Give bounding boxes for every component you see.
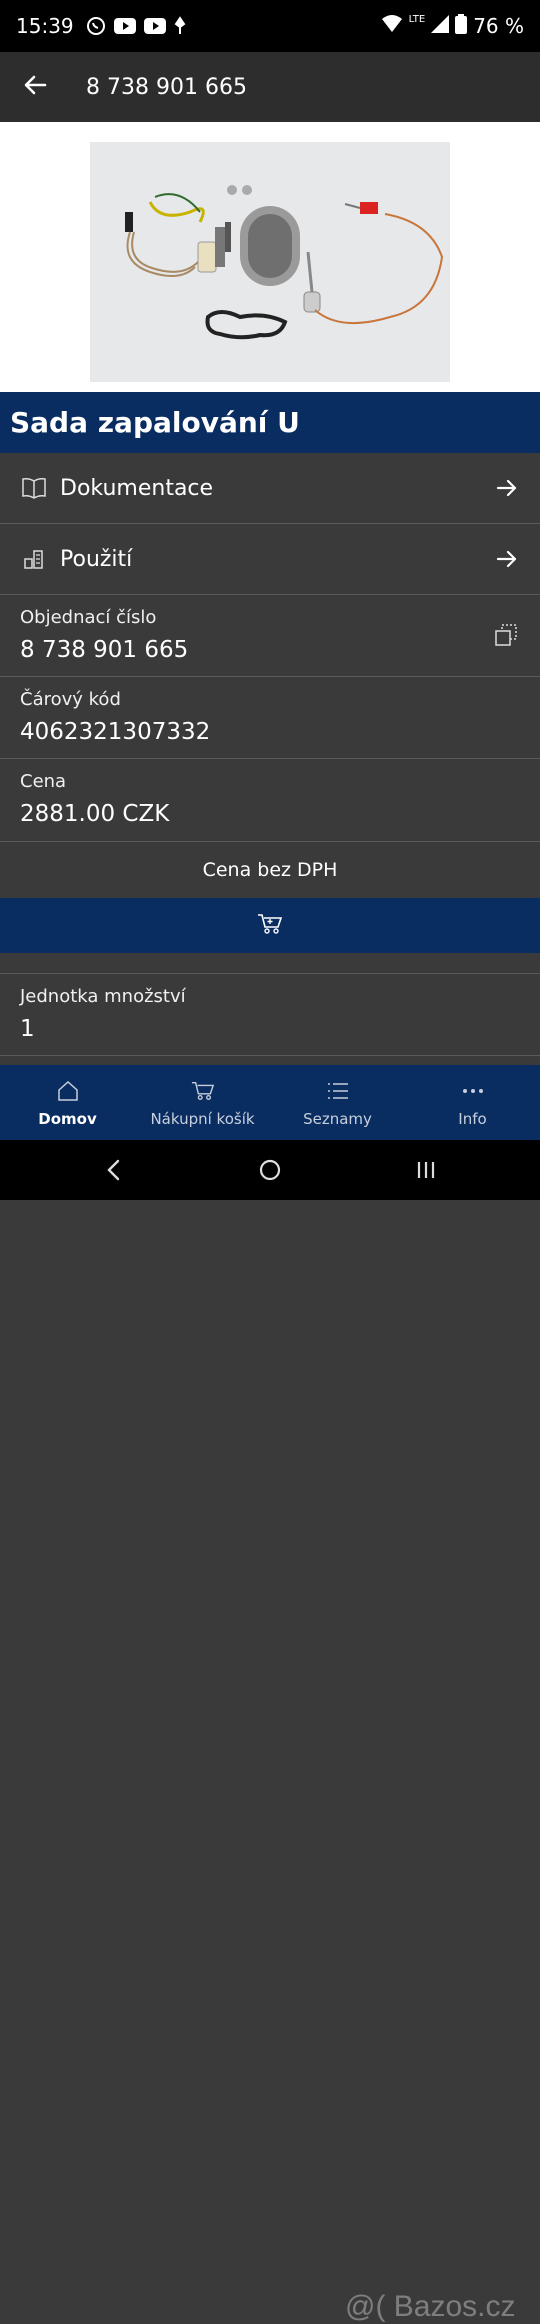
whatsapp-icon	[86, 16, 106, 36]
barcode-label: Čárový kód	[20, 689, 121, 710]
order-number-value: 8 738 901 665	[20, 637, 189, 663]
spacer	[0, 953, 540, 974]
product-title: Sada zapalování U	[0, 392, 540, 453]
system-nav-bar: @( Bazos.cz	[0, 1140, 540, 2323]
arrow-left-icon	[23, 73, 47, 101]
cart-icon	[257, 913, 283, 939]
order-number-label: Objednací číslo	[20, 607, 157, 628]
usage-icon	[20, 545, 48, 573]
barcode-row: Čárový kód 4062321307332	[0, 677, 540, 759]
arrow-right-icon	[494, 546, 520, 572]
order-number-row: Objednací číslo 8 738 901 665	[0, 595, 540, 677]
back-button[interactable]	[20, 72, 50, 102]
documentation-label: Dokumentace	[60, 475, 214, 501]
nav-home[interactable]: Domov	[0, 1065, 135, 1140]
nav-info-label: Info	[458, 1109, 487, 1128]
battery-level: 76 %	[473, 14, 524, 38]
nav-cart-label: Nákupní košík	[150, 1109, 255, 1128]
price-note: Cena bez DPH	[0, 842, 540, 898]
youtube-icon-2	[143, 18, 166, 34]
nav-cart[interactable]: Nákupní košík	[135, 1065, 270, 1140]
notification-icon	[174, 16, 186, 36]
unit-row: Jednotka množství 1	[0, 974, 540, 1056]
signal-icon	[431, 14, 450, 38]
watermark: @( Bazos.cz	[345, 2290, 516, 2323]
nav-info[interactable]: Info	[405, 1065, 540, 1140]
system-back-icon[interactable]	[100, 1156, 128, 1184]
barcode-value: 4062321307332	[20, 719, 211, 745]
usage-label: Použití	[60, 546, 133, 572]
youtube-icon	[113, 18, 136, 34]
price-row: Cena 2881.00 CZK	[0, 759, 540, 842]
status-bar: 15:39 LTE 76 %	[0, 0, 540, 52]
system-recents-icon[interactable]	[412, 1156, 440, 1184]
system-home-icon[interactable]	[256, 1156, 284, 1184]
unit-value: 1	[20, 1016, 35, 1042]
bottom-nav: Domov Nákupní košík Seznamy Info	[0, 1065, 540, 1140]
unit-label: Jednotka množství	[20, 986, 186, 1007]
wifi-icon	[381, 14, 403, 38]
app-bar: 8 738 901 665	[0, 52, 540, 122]
copy-icon[interactable]	[494, 623, 518, 647]
documentation-row[interactable]: Dokumentace	[0, 453, 540, 524]
nav-home-label: Domov	[38, 1109, 97, 1128]
price-value: 2881.00 CZK	[20, 801, 170, 827]
arrow-right-icon	[494, 475, 520, 501]
home-icon	[55, 1078, 81, 1104]
nav-lists[interactable]: Seznamy	[270, 1065, 405, 1140]
status-time: 15:39	[16, 14, 74, 38]
more-icon	[460, 1078, 486, 1104]
book-icon	[20, 474, 48, 502]
battery-icon	[455, 13, 468, 39]
nav-lists-label: Seznamy	[303, 1109, 372, 1128]
add-to-cart-button[interactable]	[0, 898, 540, 953]
product-image-area	[0, 122, 540, 392]
price-label: Cena	[20, 771, 67, 792]
usage-row[interactable]: Použití	[0, 524, 540, 595]
page-title: 8 738 901 665	[86, 74, 247, 100]
list-icon	[325, 1078, 351, 1104]
product-image	[90, 142, 450, 382]
network-type: LTE	[408, 13, 426, 25]
cart-icon	[190, 1078, 216, 1104]
